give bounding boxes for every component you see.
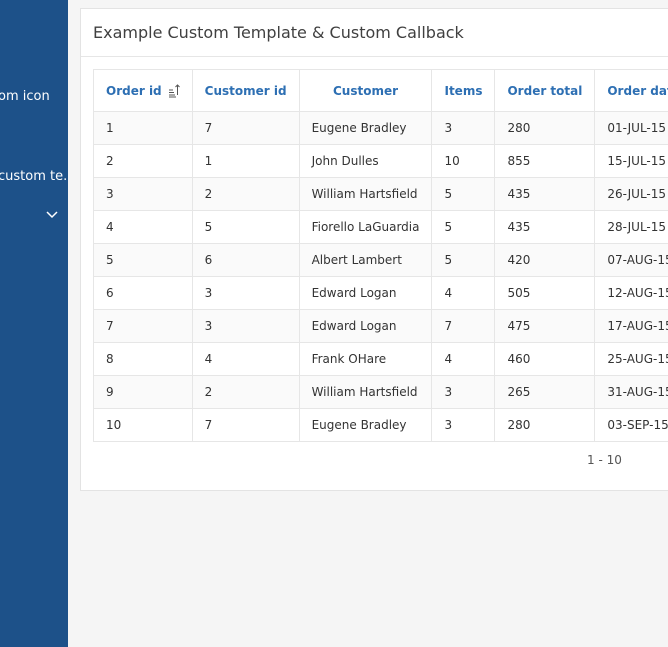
order-date-cell: 26-JUL-15 — [594, 177, 668, 211]
order-total-cell: 280 — [494, 408, 596, 442]
column-header-order-id[interactable]: Order id — [93, 69, 193, 112]
customer-id-cell: 7 — [191, 408, 300, 442]
order-date-cell: 28-JUL-15 — [594, 210, 668, 244]
order-total-cell: 435 — [494, 177, 596, 211]
panel-title: Example Custom Template & Custom Callbac… — [93, 23, 464, 42]
pagination-label: 1 - 10 — [587, 453, 622, 467]
items-cell: 10 — [431, 144, 496, 178]
column-header-items[interactable]: Items — [431, 69, 496, 112]
items-cell: 3 — [431, 111, 496, 145]
order-id-cell: 7 — [93, 309, 193, 343]
order-date-cell: 31-AUG-15 — [594, 375, 668, 409]
sidebar-item-custom-template[interactable]: custom te... — [0, 169, 68, 184]
order-total-cell: 280 — [494, 111, 596, 145]
order-total-cell: 505 — [494, 276, 596, 310]
customer-cell: Frank OHare — [298, 342, 433, 376]
customer-cell: John Dulles — [298, 144, 433, 178]
items-cell: 4 — [431, 276, 496, 310]
customer-cell: Edward Logan — [298, 309, 433, 343]
column-header-customer[interactable]: Customer — [298, 69, 433, 112]
customer-cell: William Hartsfield — [298, 177, 433, 211]
order-date-cell: 03-SEP-15 — [594, 408, 668, 442]
customer-cell: Eugene Bradley — [298, 111, 433, 145]
panel: Example Custom Template & Custom Callbac… — [80, 8, 668, 491]
table-row[interactable]: 4 5 Fiorello LaGuardia 5 435 28-JUL-15 — [93, 210, 668, 244]
order-date-cell: 01-JUL-15 — [594, 111, 668, 145]
table-row[interactable]: 9 2 William Hartsfield 3 265 31-AUG-15 — [93, 375, 668, 409]
table-row[interactable]: 3 2 William Hartsfield 5 435 26-JUL-15 — [93, 177, 668, 211]
items-cell: 4 — [431, 342, 496, 376]
customer-id-cell: 5 — [191, 210, 300, 244]
order-id-cell: 8 — [93, 342, 193, 376]
sidebar-item-custom-icon[interactable]: om icon — [0, 89, 50, 104]
chevron-down-icon[interactable] — [45, 209, 59, 219]
table-row[interactable]: 10 7 Eugene Bradley 3 280 03-SEP-15 — [93, 408, 668, 442]
panel-header: Example Custom Template & Custom Callbac… — [81, 9, 668, 57]
order-id-cell: 2 — [93, 144, 193, 178]
customer-id-cell: 6 — [191, 243, 300, 277]
table-row[interactable]: 7 3 Edward Logan 7 475 17-AUG-15 — [93, 309, 668, 343]
table-row[interactable]: 5 6 Albert Lambert 5 420 07-AUG-15 — [93, 243, 668, 277]
order-total-cell: 460 — [494, 342, 596, 376]
column-header-order-date[interactable]: Order date — [594, 69, 668, 112]
order-id-cell: 9 — [93, 375, 193, 409]
order-date-cell: 17-AUG-15 — [594, 309, 668, 343]
order-date-cell: 07-AUG-15 — [594, 243, 668, 277]
customer-id-cell: 3 — [191, 276, 300, 310]
customer-cell: Edward Logan — [298, 276, 433, 310]
customer-id-cell: 3 — [191, 309, 300, 343]
customer-id-cell: 4 — [191, 342, 300, 376]
table-header-row: Order id Customer id Customer Items Orde… — [93, 69, 668, 112]
order-id-cell: 6 — [93, 276, 193, 310]
table-row[interactable]: 2 1 John Dulles 10 855 15-JUL-15 — [93, 144, 668, 178]
order-id-cell: 3 — [93, 177, 193, 211]
items-cell: 7 — [431, 309, 496, 343]
customer-cell: Albert Lambert — [298, 243, 433, 277]
sort-ascending-icon[interactable] — [168, 83, 180, 98]
table-row[interactable]: 6 3 Edward Logan 4 505 12-AUG-15 — [93, 276, 668, 310]
table-body: 1 7 Eugene Bradley 3 280 01-JUL-15 2 1 John Dull… — [93, 111, 668, 442]
order-id-cell: 4 — [93, 210, 193, 244]
order-date-cell: 25-AUG-15 — [594, 342, 668, 376]
customer-id-cell: 1 — [191, 144, 300, 178]
items-cell: 5 — [431, 177, 496, 211]
column-header-customer-id[interactable]: Customer id — [191, 69, 300, 112]
customer-id-cell: 2 — [191, 375, 300, 409]
customer-id-cell: 2 — [191, 177, 300, 211]
table-row[interactable]: 8 4 Frank OHare 4 460 25-AUG-15 — [93, 342, 668, 376]
customer-id-cell: 7 — [191, 111, 300, 145]
order-date-cell: 15-JUL-15 — [594, 144, 668, 178]
table-row[interactable]: 1 7 Eugene Bradley 3 280 01-JUL-15 — [93, 111, 668, 145]
order-total-cell: 420 — [494, 243, 596, 277]
customer-cell: Fiorello LaGuardia — [298, 210, 433, 244]
sidebar: om icon custom te... — [0, 0, 68, 647]
order-total-cell: 265 — [494, 375, 596, 409]
order-id-cell: 10 — [93, 408, 193, 442]
orders-table: Order id Customer id Customer Items Orde… — [93, 69, 668, 442]
column-header-label: Order id — [106, 83, 162, 98]
items-cell: 3 — [431, 375, 496, 409]
items-cell: 3 — [431, 408, 496, 442]
order-date-cell: 12-AUG-15 — [594, 276, 668, 310]
items-cell: 5 — [431, 243, 496, 277]
order-total-cell: 855 — [494, 144, 596, 178]
items-cell: 5 — [431, 210, 496, 244]
order-total-cell: 435 — [494, 210, 596, 244]
order-id-cell: 1 — [93, 111, 193, 145]
order-total-cell: 475 — [494, 309, 596, 343]
customer-cell: William Hartsfield — [298, 375, 433, 409]
column-header-order-total[interactable]: Order total — [494, 69, 596, 112]
order-id-cell: 5 — [93, 243, 193, 277]
customer-cell: Eugene Bradley — [298, 408, 433, 442]
